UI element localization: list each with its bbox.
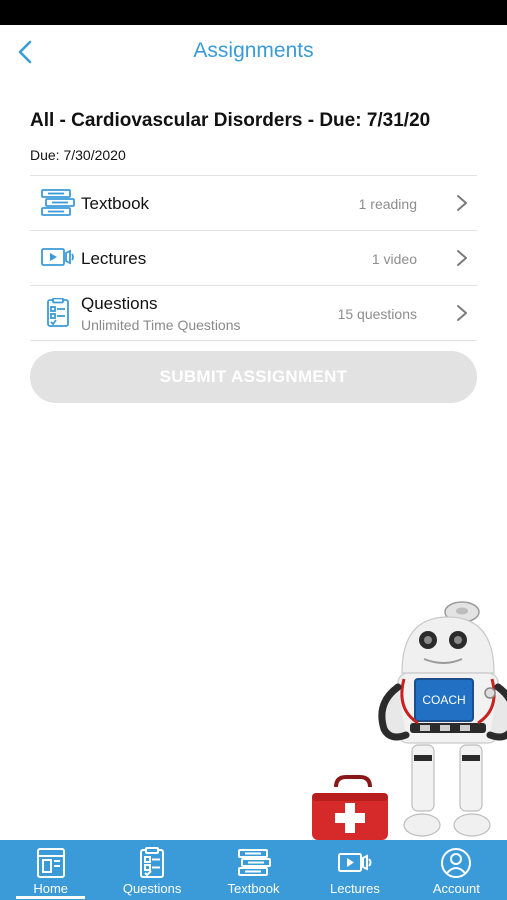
row-label: Textbook [81,194,150,213]
first-aid-kit-icon [312,775,388,840]
tab-label: Home [33,881,69,896]
coach-badge: COACH [422,693,465,707]
robot-figure: COACH [378,601,507,837]
textbook-icon [41,189,75,216]
lectures-row[interactable]: Lectures 1 video [30,230,477,285]
page-title: Assignments [193,39,314,62]
row-count: 15 questions [337,306,417,322]
account-icon [441,848,472,878]
row-count: 1 video [371,251,417,267]
row-label: Questions [81,294,158,313]
assignment-items: Textbook 1 reading Lectures 1 video Ques… [30,175,477,341]
tab-label: Lectures [329,881,380,896]
home-icon [36,848,65,878]
row-label: Lectures [81,249,147,268]
tab-textbook[interactable]: Textbook [203,840,304,900]
textbook-icon [237,849,271,876]
questions-icon [47,298,69,327]
assignment-title: All - Cardiovascular Disorders - Due: 7/… [30,110,431,131]
tab-label: Textbook [227,881,280,896]
row-count: 1 reading [358,196,417,212]
tab-account[interactable]: Account [406,840,507,900]
row-sublabel: Unlimited Time Questions [81,317,241,333]
coach-robot-illustration: COACH [312,601,507,840]
nav-header: Assignments [0,25,507,80]
due-date: Due: 7/30/2020 [30,147,126,163]
tab-label: Account [432,881,480,896]
tab-questions[interactable]: Questions [101,840,202,900]
chevron-right-icon [457,305,467,321]
status-bar [0,0,507,25]
tab-label: Questions [122,881,182,896]
tab-lectures[interactable]: Lectures [304,840,405,900]
lectures-icon [41,248,74,266]
textbook-row[interactable]: Textbook 1 reading [30,175,477,230]
chevron-right-icon [457,195,467,211]
questions-row[interactable]: Questions Unlimited Time Questions 15 qu… [30,285,477,341]
submit-assignment-button[interactable]: SUBMIT ASSIGNMENT [30,351,477,403]
tab-home[interactable]: Home [0,840,101,900]
questions-icon [140,847,165,878]
lectures-icon [337,853,372,872]
bottom-tab-bar: Home Questions Textbook Lectures Account [0,840,507,900]
chevron-right-icon [457,250,467,266]
